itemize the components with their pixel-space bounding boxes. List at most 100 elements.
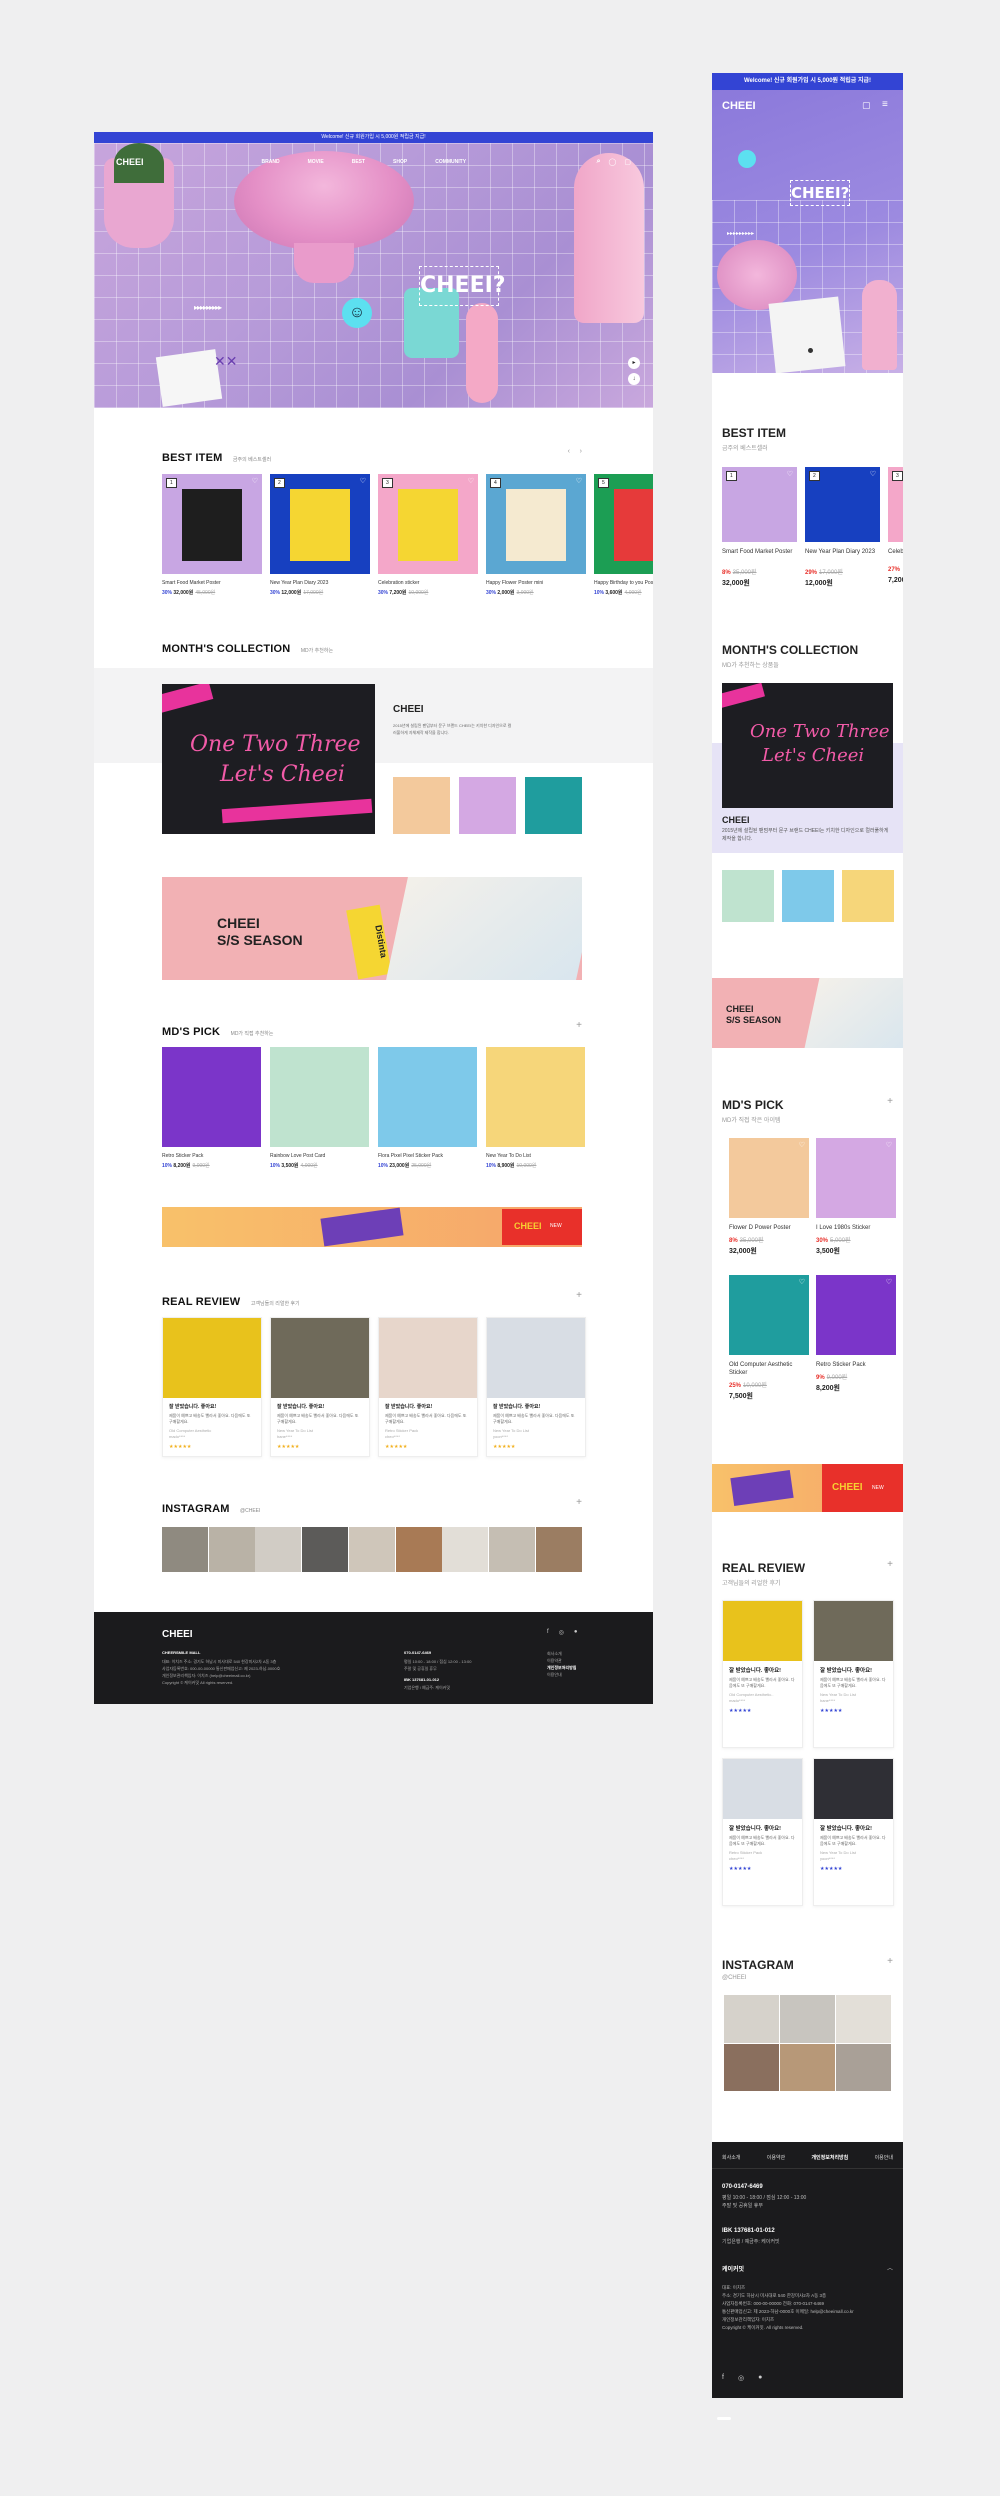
md-more-icon[interactable]: + — [576, 1020, 582, 1031]
md-product-image[interactable] — [270, 1047, 369, 1147]
footer-link[interactable]: 이용약관 — [547, 1657, 576, 1664]
m-instagram-icon[interactable]: ◎ — [738, 2374, 744, 2382]
best-product-image[interactable]: 1 ♡ — [162, 474, 262, 574]
nav-item-shop[interactable]: SHOP — [393, 159, 407, 165]
review-image[interactable] — [163, 1318, 261, 1398]
md-product-image[interactable] — [486, 1047, 585, 1147]
m-footer-company[interactable]: 케이커밋 — [722, 2264, 744, 2273]
md-product-image[interactable] — [378, 1047, 477, 1147]
review-image[interactable] — [379, 1318, 477, 1398]
best-product-name[interactable]: Smart Food Market Poster — [162, 580, 262, 586]
best-product-image[interactable]: 3 ♡ — [378, 474, 478, 574]
m-md-product[interactable]: ♡ Old Computer Aesthetic Sticker 25% 10,000… — [729, 1275, 809, 1401]
insta-more-icon[interactable]: + — [576, 1497, 582, 1508]
m-insta-grid[interactable] — [724, 1995, 891, 2091]
best-product[interactable]: 2 ♡ New Year Plan Diary 2023 30% 12,000원 17,… — [270, 474, 370, 596]
m-month-thumb-1[interactable] — [722, 870, 774, 922]
m-facebook-icon[interactable]: f — [722, 2374, 724, 2382]
insta-photo[interactable] — [488, 1527, 535, 1572]
m-footer-tab[interactable]: 이용안내 — [875, 2154, 893, 2161]
m-insta-photo[interactable] — [724, 2043, 779, 2091]
heart-icon[interactable]: ♡ — [799, 1141, 805, 1149]
m-review-image[interactable] — [723, 1601, 802, 1661]
kakao-icon[interactable]: ● — [574, 1629, 578, 1636]
insta-photo[interactable] — [535, 1527, 582, 1572]
m-month-thumb-2[interactable] — [782, 870, 834, 922]
desktop-topbar[interactable]: Welcome! 신규 회원가입 시 5,000원 적립금 지급! — [94, 132, 653, 143]
cart-icon[interactable]: ▢ — [624, 158, 631, 166]
desktop-hero[interactable]: ▸▸▸▸▸▸▸▸▸ ✕✕ ☺ CHEEI? CHEEI BRAND MOVIE … — [94, 143, 653, 408]
best-prev-button[interactable]: ‹ — [568, 448, 570, 455]
m-insta-photo[interactable] — [724, 1995, 779, 2043]
m-md-product[interactable]: ♡ Retro Sticker Pack 9% 9,000원 8,200원 — [816, 1275, 896, 1393]
m-review-image[interactable] — [723, 1759, 802, 1819]
promo-banner[interactable]: CHEEI NEW — [162, 1207, 582, 1247]
mobile-topbar[interactable]: Welcome! 신규 회원가입 시 5,000원 적립금 지급! — [712, 73, 903, 90]
m-md-product-name[interactable]: Flower D Power Poster — [729, 1224, 809, 1232]
md-product[interactable]: Retro Sticker Pack 10% 8,200원 9,000원 — [162, 1047, 261, 1169]
nav-item-community[interactable]: COMMUNITY — [435, 159, 466, 165]
review-image[interactable] — [271, 1318, 369, 1398]
m-footer-tab[interactable]: 이용약관 — [767, 2154, 785, 2161]
m-kakao-icon[interactable]: ● — [758, 2374, 762, 2382]
m-footer-tab[interactable]: 개인정보처리방침 — [811, 2154, 848, 2161]
md-product[interactable]: New Year To Do List 10% 8,900원 10,000원 — [486, 1047, 585, 1169]
m-insta-photo[interactable] — [836, 1995, 891, 2043]
m-review-image[interactable] — [814, 1601, 893, 1661]
m-md-product-name[interactable]: Retro Sticker Pack — [816, 1361, 896, 1369]
insta-photo[interactable] — [162, 1527, 208, 1572]
m-review-more-icon[interactable]: + — [887, 1559, 893, 1570]
insta-photo[interactable] — [442, 1527, 489, 1572]
insta-handle[interactable]: @CHEEI — [240, 1508, 260, 1514]
hero-play-button[interactable]: ▸ — [628, 357, 640, 369]
m-md-product-image[interactable]: ♡ — [816, 1138, 896, 1218]
heart-icon[interactable]: ♡ — [787, 470, 793, 478]
instagram-icon[interactable]: ◎ — [559, 1629, 564, 1636]
review-more-icon[interactable]: + — [576, 1290, 582, 1301]
review-image[interactable] — [487, 1318, 585, 1398]
best-next-button[interactable]: › — [580, 448, 582, 455]
insta-photo[interactable] — [302, 1527, 349, 1572]
m-best-product-image[interactable]: 1 ♡ — [722, 467, 797, 542]
m-season-banner[interactable]: CHEEI S/S SEASON — [712, 978, 903, 1048]
m-promo-banner[interactable]: CHEEI NEW — [712, 1464, 903, 1512]
nav-item-brand[interactable]: BRAND — [262, 159, 280, 165]
m-month-banner[interactable]: One Two Three Let's Cheei — [722, 683, 893, 808]
best-product-name[interactable]: Celebration sticker — [378, 580, 478, 586]
heart-icon[interactable]: ♡ — [886, 1278, 892, 1286]
m-md-product[interactable]: ♡ Flower D Power Poster 8% 35,000원 32,000원 — [729, 1138, 809, 1256]
m-footer-chevron-icon[interactable]: ︿ — [887, 2263, 893, 2272]
m-insta-photo[interactable] — [780, 1995, 835, 2043]
insta-photo[interactable] — [348, 1527, 395, 1572]
m-review-image[interactable] — [814, 1759, 893, 1819]
mobile-logo[interactable]: CHEEI — [722, 100, 756, 112]
review-card[interactable]: 잘 받았습니다. 좋아요! 제품이 예쁘고 배송도 빨라서 좋아요. 다음에도 또… — [162, 1317, 262, 1457]
m-best-product-image[interactable]: 2 ♡ — [805, 467, 880, 542]
md-product-name[interactable]: Rainbow Love Post Card — [270, 1153, 369, 1159]
m-best-product[interactable]: 3♡ Celebration sticker 27% 7,200원 — [888, 467, 903, 585]
facebook-icon[interactable]: f — [547, 1629, 549, 1636]
m-best-product[interactable]: 2 ♡ New Year Plan Diary 2023 29% 17,000원 12,0… — [805, 467, 880, 588]
m-insta-photo[interactable] — [780, 2043, 835, 2091]
heart-icon[interactable]: ♡ — [576, 477, 582, 485]
best-product[interactable]: 1 ♡ Smart Food Market Poster 30% 32,000원 45,… — [162, 474, 262, 596]
m-md-product-image[interactable]: ♡ — [729, 1275, 809, 1355]
heart-icon[interactable]: ♡ — [468, 477, 474, 485]
mobile-hero[interactable]: CHEEI ▢ ≡ CHEEI? ▸▸▸▸▸▸▸▸▸ — [712, 90, 903, 373]
m-review-card[interactable]: 잘 받았습니다. 좋아요! 제품이 예쁘고 배송도 빨라서 좋아요. 다음에도 또… — [813, 1600, 894, 1748]
insta-photo[interactable] — [255, 1527, 302, 1572]
search-icon[interactable]: ⌕ — [597, 158, 601, 166]
m-md-product-name[interactable]: I Love 1980s Sticker — [816, 1224, 896, 1232]
footer-link[interactable]: 개인정보처리방침 — [547, 1664, 576, 1671]
m-insta-handle[interactable]: @CHEEI — [722, 1975, 893, 1981]
best-product-name[interactable]: Happy Birthday to you Poster — [594, 580, 653, 586]
review-card[interactable]: 잘 받았습니다. 좋아요! 제품이 예쁘고 배송도 빨라서 좋아요. 다음에도 또… — [270, 1317, 370, 1457]
m-md-product-name[interactable]: Old Computer Aesthetic Sticker — [729, 1361, 809, 1377]
best-product-image[interactable]: 2 ♡ — [270, 474, 370, 574]
m-insta-more-icon[interactable]: + — [887, 1956, 893, 1967]
m-best-product-image[interactable]: 3♡ — [888, 467, 903, 542]
m-month-thumb-3[interactable] — [842, 870, 894, 922]
footer-link[interactable]: 이용안내 — [547, 1671, 576, 1678]
heart-icon[interactable]: ♡ — [870, 470, 876, 478]
m-md-product[interactable]: ♡ I Love 1980s Sticker 30% 5,000원 3,500원 — [816, 1138, 896, 1256]
